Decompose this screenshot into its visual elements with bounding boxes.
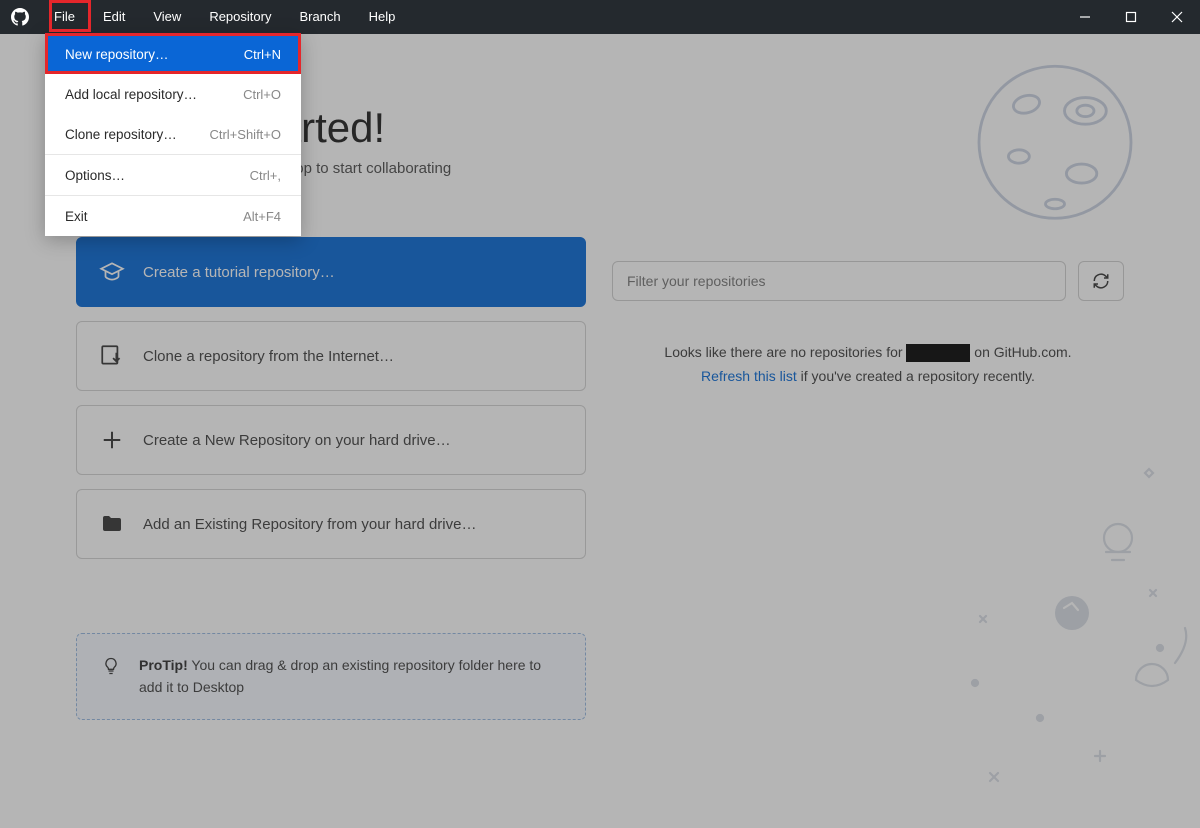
card-label: Create a New Repository on your hard dri… xyxy=(143,432,451,449)
refresh-icon xyxy=(1092,272,1110,290)
card-label: Create a tutorial repository… xyxy=(143,264,335,281)
download-repo-icon xyxy=(99,343,125,369)
empty-repositories-message: Looks like there are no repositories for… xyxy=(612,341,1124,389)
background-doodles xyxy=(940,448,1200,828)
github-logo-icon xyxy=(0,8,40,26)
shortcut-label: Ctrl+, xyxy=(250,168,281,183)
menu-help[interactable]: Help xyxy=(355,0,410,34)
shortcut-label: Ctrl+O xyxy=(243,87,281,102)
shortcut-label: Alt+F4 xyxy=(243,209,281,224)
menu-item-add-local-repository[interactable]: Add local repository… Ctrl+O xyxy=(45,74,301,114)
window-maximize-button[interactable] xyxy=(1108,0,1154,34)
create-new-repo-card[interactable]: Create a New Repository on your hard dri… xyxy=(76,405,586,475)
card-label: Clone a repository from the Internet… xyxy=(143,348,394,365)
redacted-username xyxy=(906,344,970,362)
create-tutorial-card[interactable]: Create a tutorial repository… xyxy=(76,237,586,307)
menu-item-exit[interactable]: Exit Alt+F4 xyxy=(45,196,301,236)
menu-branch[interactable]: Branch xyxy=(285,0,354,34)
protip-text: ProTip! You can drag & drop an existing … xyxy=(139,654,561,699)
window-close-button[interactable] xyxy=(1154,0,1200,34)
refresh-button[interactable] xyxy=(1078,261,1124,301)
protip-box: ProTip! You can drag & drop an existing … xyxy=(76,633,586,720)
window-minimize-button[interactable] xyxy=(1062,0,1108,34)
plus-icon xyxy=(99,427,125,453)
menu-view[interactable]: View xyxy=(139,0,195,34)
menu-repository[interactable]: Repository xyxy=(195,0,285,34)
menu-file[interactable]: File xyxy=(40,0,89,34)
planet-illustration xyxy=(960,52,1150,242)
card-label: Add an Existing Repository from your har… xyxy=(143,516,476,533)
menu-edit[interactable]: Edit xyxy=(89,0,139,34)
refresh-list-link[interactable]: Refresh this list xyxy=(701,368,797,384)
menu-item-options[interactable]: Options… Ctrl+, xyxy=(45,155,301,195)
titlebar: File Edit View Repository Branch Help xyxy=(0,0,1200,34)
right-column: Looks like there are no repositories for… xyxy=(612,34,1200,828)
folder-icon xyxy=(99,511,125,537)
clone-repo-card[interactable]: Clone a repository from the Internet… xyxy=(76,321,586,391)
graduation-cap-icon xyxy=(99,259,125,285)
menu-item-new-repository[interactable]: New repository… Ctrl+N xyxy=(45,34,301,74)
add-existing-repo-card[interactable]: Add an Existing Repository from your har… xyxy=(76,489,586,559)
lightbulb-icon xyxy=(101,656,121,682)
shortcut-label: Ctrl+Shift+O xyxy=(209,127,281,142)
file-dropdown-menu: New repository… Ctrl+N Add local reposit… xyxy=(45,34,301,236)
shortcut-label: Ctrl+N xyxy=(244,47,281,62)
filter-repositories-input[interactable] xyxy=(612,261,1066,301)
menu-item-clone-repository[interactable]: Clone repository… Ctrl+Shift+O xyxy=(45,114,301,154)
